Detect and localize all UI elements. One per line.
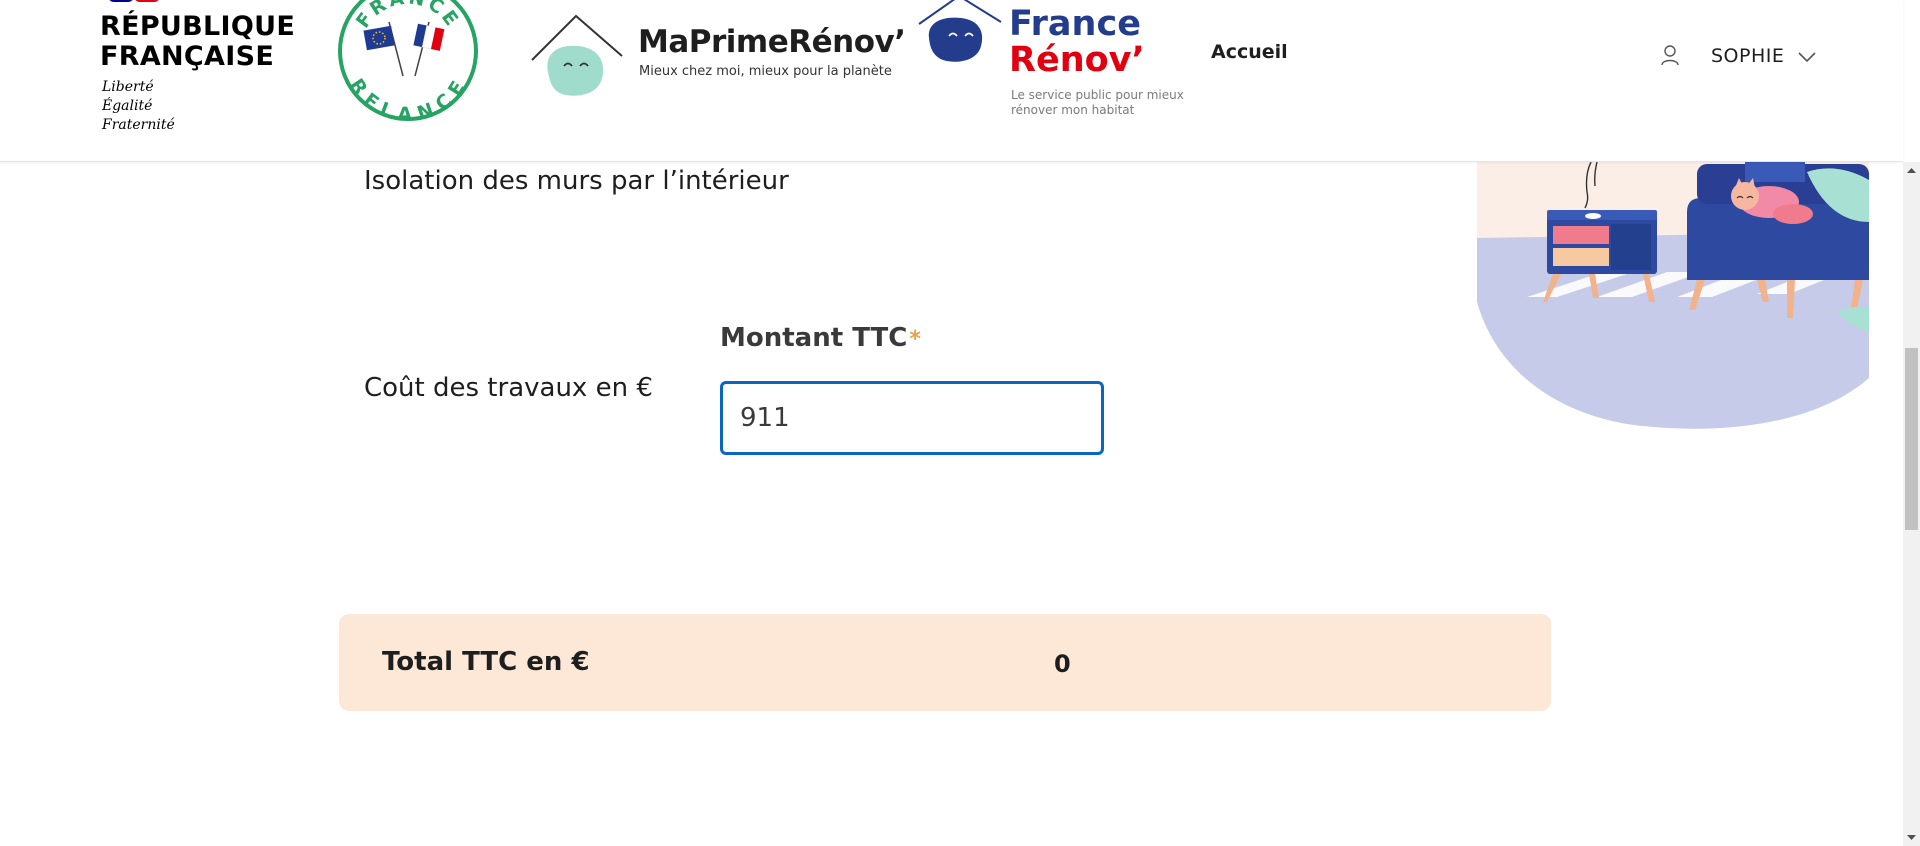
relance-bottom-text: RELANCE — [345, 75, 468, 126]
living-room-illustration — [1477, 162, 1869, 432]
svg-text:RELANCE: RELANCE — [345, 75, 471, 122]
relance-top-text: FRANCE — [352, 0, 461, 32]
total-summary: Total TTC en € 0 — [339, 614, 1551, 711]
cost-label: Coût des travaux en € — [364, 373, 653, 403]
rf-title-line1: RÉPUBLIQUE — [100, 11, 296, 42]
chevron-down-icon[interactable] — [1797, 50, 1817, 64]
maprimerenov-tagline: Mieux chez moi, mieux pour la planète — [639, 64, 892, 79]
scrollbar-thumb[interactable] — [1905, 348, 1918, 530]
maprimerenov-name: MaPrimeRénov’ — [638, 24, 906, 60]
amount-ttc-input[interactable] — [720, 381, 1104, 455]
rf-title-line2: FRANÇAISE — [100, 41, 275, 72]
scroll-up-arrow-icon[interactable] — [1903, 162, 1920, 179]
rf-flag-red — [134, 0, 160, 2]
republique-francaise-logo[interactable]: RÉPUBLIQUE FRANÇAISE — [100, 12, 295, 72]
total-label: Total TTC en € — [382, 647, 590, 677]
user-icon[interactable] — [1660, 44, 1680, 66]
svg-text:FRANCE: FRANCE — [352, 0, 464, 32]
required-asterisk: * — [909, 327, 921, 352]
france-relance-seal-icon: FRANCE RELANCE — [338, 0, 478, 126]
nav-accueil-link[interactable]: Accueil — [1211, 41, 1288, 63]
maprimerenov-logo[interactable]: MaPrimeRénov’ Mieux chez moi, mieux pour… — [530, 12, 906, 97]
motto-liberte: Liberté — [102, 79, 154, 95]
motto-fraternite: Fraternité — [102, 117, 175, 133]
france-renov-line1: France — [1009, 4, 1141, 44]
motto-egalite: Égalité — [102, 98, 153, 114]
site-header: RÉPUBLIQUE FRANÇAISE Liberté Égalité Fra… — [0, 0, 1903, 162]
amount-label-text: Montant TTC — [720, 323, 908, 353]
france-renov-logo[interactable]: France Rénov’ Le service public pour mie… — [915, 0, 1184, 124]
amount-field-label: Montant TTC* — [720, 323, 921, 353]
app-root: RÉPUBLIQUE FRANÇAISE Liberté Égalité Fra… — [0, 0, 1920, 846]
france-renov-line2: Rénov’ — [1009, 40, 1145, 80]
total-value: 0 — [1054, 650, 1071, 678]
user-menu-name[interactable]: SOPHIE — [1711, 45, 1784, 67]
living-room-cat-icon — [1477, 162, 1869, 429]
scroll-down-arrow-icon[interactable] — [1903, 829, 1920, 846]
france-renov-house-icon — [918, 0, 1002, 62]
france-renov-tagline: Le service public pour mieux rénover mon… — [1011, 88, 1184, 117]
rf-flag-blue — [108, 0, 134, 2]
france-relance-logo[interactable]: FRANCE RELANCE — [337, 0, 479, 126]
vertical-scrollbar[interactable] — [1903, 162, 1920, 846]
maprimerenov-house-icon — [531, 14, 623, 96]
rf-motto: Liberté Égalité Fraternité — [102, 78, 175, 135]
rf-flag-bar — [100, 0, 160, 2]
section-title: Isolation des murs par l’intérieur — [364, 166, 789, 196]
